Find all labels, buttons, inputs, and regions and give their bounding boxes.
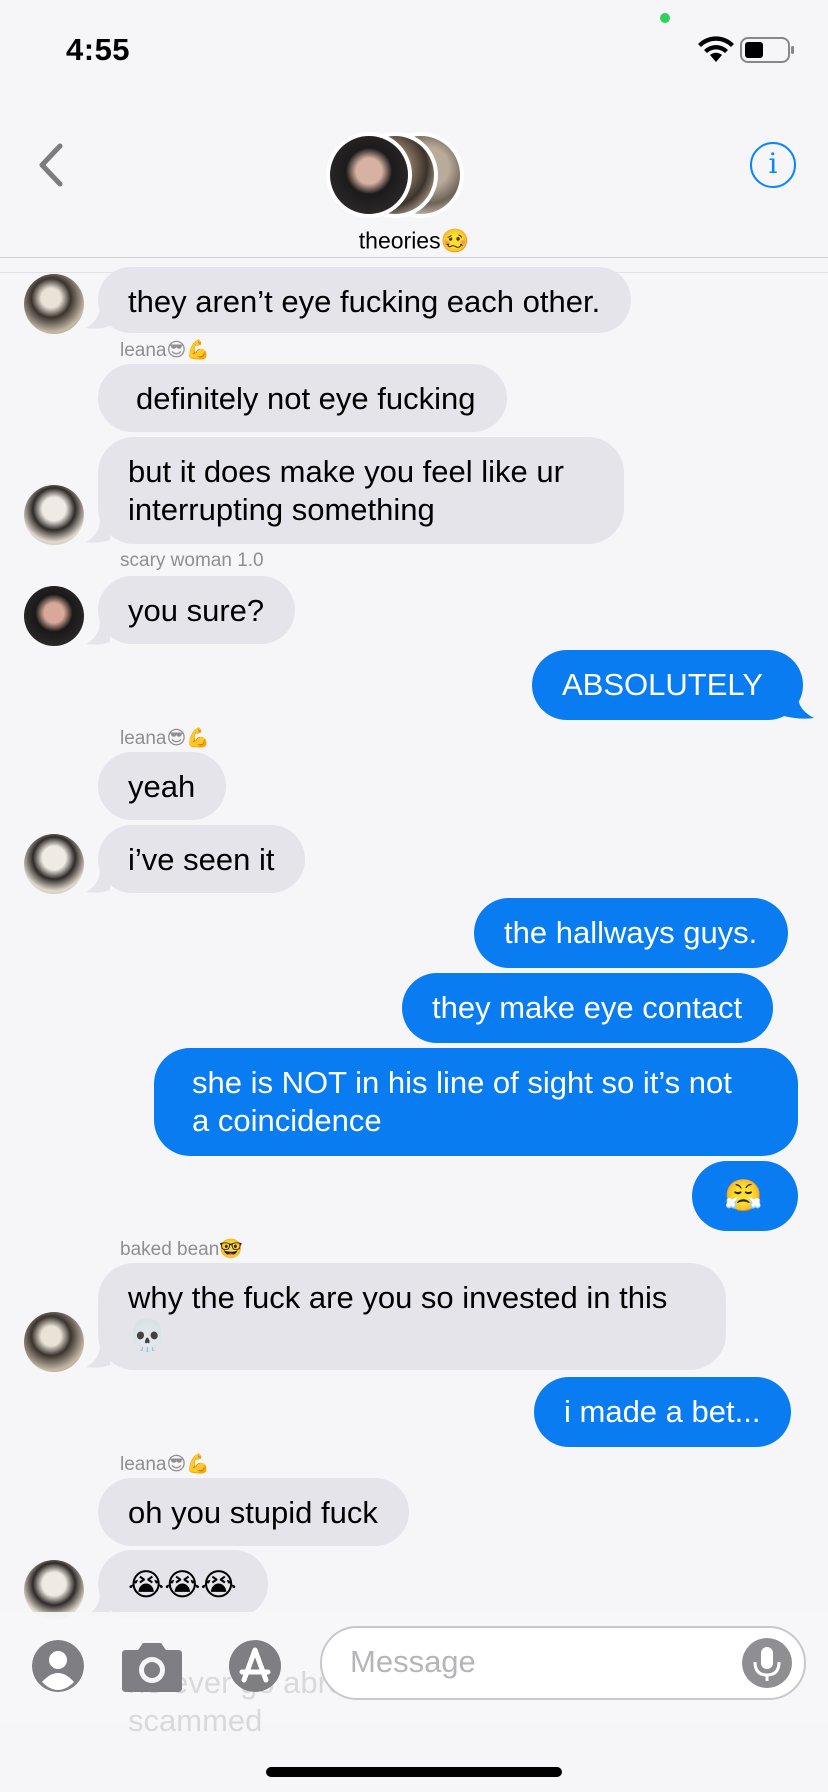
outgoing-message[interactable]: i made a bet... — [534, 1377, 792, 1447]
status-time: 4:55 — [66, 32, 131, 67]
incoming-message[interactable]: yeah — [98, 752, 227, 820]
status-bar: 4:55 — [0, 0, 828, 100]
battery-icon — [740, 37, 794, 63]
sender-avatar — [24, 834, 84, 894]
conversation-header: theories🥴 i — [0, 100, 828, 273]
incoming-message[interactable]: why the fuck are you so invested in this… — [98, 1263, 726, 1370]
incoming-message[interactable]: oh you stupid fuck — [98, 1478, 409, 1546]
sender-avatar — [24, 1312, 84, 1372]
sender-name: scary woman 1.0 — [120, 550, 264, 571]
sender-name: leana😎💪 — [120, 340, 210, 361]
outgoing-message[interactable]: ABSOLUTELY — [532, 650, 804, 720]
message-line: a coincidence — [192, 1103, 382, 1138]
contact-icon[interactable] — [32, 1640, 84, 1692]
outgoing-message[interactable]: they make eye contact — [402, 973, 774, 1043]
incoming-message[interactable]: 😭😭😭 — [98, 1550, 268, 1618]
message-line: she is NOT in his line of sight so it’s … — [192, 1065, 732, 1100]
incoming-message[interactable]: definitely not eye fucking — [98, 364, 507, 432]
camera-icon[interactable] — [118, 1640, 186, 1694]
group-avatar-stack[interactable] — [326, 132, 486, 218]
sender-name: leana😎💪 — [120, 1454, 210, 1475]
ghost-line: scammed — [128, 1703, 263, 1738]
group-name-label: theories — [358, 227, 441, 254]
info-icon: i — [768, 147, 778, 180]
incoming-message[interactable]: they aren’t eye fucking each other. — [98, 267, 632, 333]
messages-screen: 4:55 theories🥴 i they aren’t eye fucking… — [0, 0, 828, 1792]
info-button[interactable]: i — [750, 142, 796, 188]
message-input[interactable]: Message — [320, 1626, 806, 1700]
outgoing-message[interactable]: 😤 — [692, 1161, 798, 1231]
message-line: interrupting something — [128, 492, 435, 527]
incoming-message[interactable]: i’ve seen it — [98, 825, 306, 893]
sender-name: leana😎💪 — [120, 728, 210, 749]
wifi-icon — [698, 36, 734, 62]
app-store-icon[interactable] — [222, 1640, 292, 1692]
sender-avatar — [24, 586, 84, 646]
sender-avatar — [24, 485, 84, 545]
outgoing-message[interactable]: she is NOT in his line of sight so it’s … — [154, 1048, 798, 1156]
message-line: but it does make you feel like ur — [128, 454, 564, 489]
divider — [0, 257, 828, 258]
incoming-message[interactable]: you sure? — [98, 576, 296, 644]
sender-avatar — [24, 1560, 84, 1620]
group-name[interactable]: theories🥴 — [0, 226, 828, 254]
incoming-message[interactable]: but it does make you feel like ur interr… — [98, 437, 624, 544]
message-line: why the fuck are you so invested in this — [128, 1280, 668, 1315]
microphone-icon[interactable] — [742, 1638, 792, 1688]
camera-in-use-indicator — [660, 13, 670, 23]
back-chevron-icon[interactable] — [32, 140, 72, 190]
group-emoji: 🥴 — [440, 227, 470, 254]
message-line: 💀 — [128, 1318, 167, 1353]
sender-name: baked bean🤓 — [120, 1239, 243, 1260]
home-indicator[interactable] — [266, 1767, 562, 1777]
sender-avatar — [24, 274, 84, 334]
member-avatar — [326, 132, 412, 218]
outgoing-message[interactable]: the hallways guys. — [474, 898, 789, 968]
